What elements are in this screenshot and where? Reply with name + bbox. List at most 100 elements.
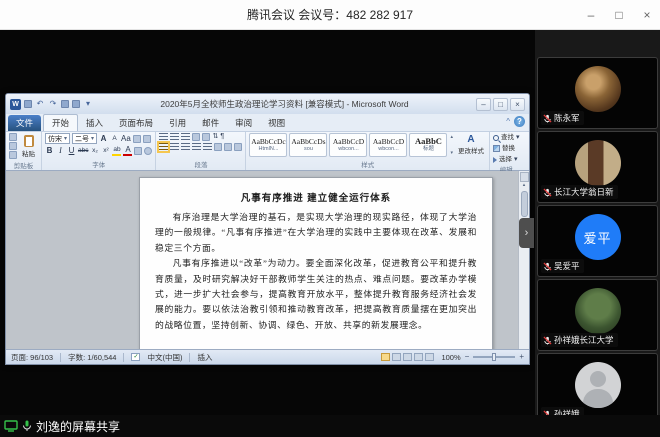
align-center-icon[interactable] — [170, 143, 179, 151]
page-indicator[interactable]: 页面: 96/103 — [11, 352, 53, 363]
word-count[interactable]: 字数: 1/60,544 — [68, 352, 116, 363]
change-case-icon[interactable]: Aa — [121, 134, 131, 144]
tab-mailings[interactable]: 邮件 — [194, 115, 227, 131]
sidebar-collapse-button[interactable]: › — [519, 218, 534, 248]
shrink-font-icon[interactable]: A — [110, 134, 119, 144]
styles-gallery-scroll[interactable]: ▴ ▾ — [449, 133, 454, 157]
qat-dropdown-icon[interactable]: ▾ — [83, 99, 93, 109]
web-layout-view-icon[interactable] — [403, 353, 412, 361]
align-right-icon[interactable] — [181, 143, 190, 151]
word-logo-icon[interactable]: W — [10, 99, 21, 110]
ribbon-collapse-icon[interactable]: ^ — [506, 117, 510, 126]
enclose-characters-icon[interactable] — [144, 147, 152, 155]
justify-icon[interactable] — [192, 143, 201, 151]
tab-references[interactable]: 引用 — [161, 115, 194, 131]
tab-view[interactable]: 视图 — [260, 115, 293, 131]
font-color-icon[interactable]: A — [123, 146, 132, 156]
find-button[interactable]: 查找 ▾ — [493, 133, 520, 142]
participant-tile[interactable]: 爱平 吴爱平 — [537, 205, 658, 277]
format-painter-icon[interactable] — [9, 151, 17, 159]
multilevel-list-icon[interactable] — [181, 133, 190, 141]
paragraph-marks-icon[interactable]: ¶ — [220, 133, 224, 141]
zoom-out-icon[interactable]: − — [465, 353, 470, 361]
underline-icon[interactable]: U — [67, 146, 76, 156]
redo-icon[interactable]: ↷ — [48, 99, 58, 109]
language-indicator[interactable]: 中文(中国) — [147, 352, 182, 363]
close-icon[interactable]: × — [640, 8, 654, 22]
undo-icon[interactable]: ↶ — [35, 99, 45, 109]
style-item[interactable]: AaBbCcD wbcon... — [369, 133, 407, 157]
zoom-level[interactable]: 100% — [441, 353, 460, 362]
spellcheck-icon[interactable] — [131, 353, 140, 361]
style-item[interactable]: AaBbC 标题 — [409, 133, 447, 157]
style-item[interactable]: AaBbCcDs sou — [289, 133, 327, 157]
vertical-scrollbar[interactable]: ▴ — [518, 171, 529, 349]
print-icon[interactable] — [61, 100, 69, 108]
shading-icon[interactable] — [224, 143, 232, 151]
maximize-icon[interactable]: □ — [612, 8, 626, 22]
line-spacing-icon[interactable] — [214, 143, 222, 151]
tab-home[interactable]: 开始 — [43, 114, 78, 131]
tab-review[interactable]: 审阅 — [227, 115, 260, 131]
document-canvas[interactable]: 凡事有序推进 建立健全运行体系 有序治理是大学治理的基石，是实现大学治理的现实路… — [6, 171, 529, 349]
character-shading-icon[interactable] — [134, 147, 142, 155]
change-styles-button[interactable]: A 更改样式 — [456, 133, 486, 157]
ruler-toggle-icon[interactable] — [520, 172, 529, 182]
draft-view-icon[interactable] — [425, 353, 434, 361]
tab-page-layout[interactable]: 页面布局 — [111, 115, 161, 131]
word-close-icon[interactable]: × — [510, 98, 525, 111]
sort-icon[interactable]: ⇅ — [212, 133, 218, 141]
style-item[interactable]: AaBbCcDc HtmlN... — [249, 133, 287, 157]
zoom-slider-knob[interactable] — [492, 353, 496, 361]
bullets-icon[interactable] — [159, 133, 168, 141]
share-banner: 刘逸的屏幕共享 — [0, 415, 660, 437]
align-left-icon[interactable] — [159, 143, 168, 151]
numbering-icon[interactable] — [170, 133, 179, 141]
phonetic-guide-icon[interactable] — [133, 135, 141, 143]
font-group: 仿宋▾ 二号▾ A A Aa B I U abc — [42, 132, 156, 170]
scroll-up-icon[interactable]: ▴ — [523, 182, 526, 189]
participant-tile[interactable]: 孙祥娥长江大学 — [537, 279, 658, 351]
cut-icon[interactable] — [9, 133, 17, 141]
copy-icon[interactable] — [9, 142, 17, 150]
print-layout-view-icon[interactable] — [381, 353, 390, 361]
italic-icon[interactable]: I — [56, 146, 65, 156]
word-maximize-icon[interactable]: □ — [493, 98, 508, 111]
tab-file[interactable]: 文件 — [8, 115, 41, 131]
distribute-icon[interactable] — [203, 143, 212, 151]
tab-insert[interactable]: 插入 — [78, 115, 111, 131]
email-icon[interactable] — [72, 100, 80, 108]
paste-button[interactable]: 粘贴 — [19, 133, 38, 160]
borders-icon[interactable] — [234, 143, 242, 151]
superscript-icon[interactable]: x² — [101, 146, 110, 156]
participants-sidebar: 陈永军 长江大学翁日新 爱平 吴爱平 孙祥娥长江大学 — [535, 30, 660, 437]
participant-tile[interactable]: 长江大学翁日新 — [537, 131, 658, 203]
character-border-icon[interactable] — [143, 135, 151, 143]
help-icon[interactable]: ? — [514, 116, 525, 127]
font-size-combo[interactable]: 二号▾ — [72, 133, 97, 144]
increase-indent-icon[interactable] — [202, 133, 210, 141]
zoom-in-icon[interactable]: + — [519, 353, 524, 361]
participant-tile[interactable]: 陈永军 — [537, 57, 658, 129]
bold-icon[interactable]: B — [45, 146, 54, 156]
font-name-combo[interactable]: 仿宋▾ — [45, 133, 70, 144]
document-page[interactable]: 凡事有序推进 建立健全运行体系 有序治理是大学治理的基石，是实现大学治理的现实路… — [139, 177, 493, 349]
strikethrough-icon[interactable]: abc — [78, 146, 88, 156]
subscript-icon[interactable]: x₂ — [90, 146, 99, 156]
minimize-icon[interactable]: – — [584, 8, 598, 22]
replace-button[interactable]: 替换 — [493, 144, 520, 153]
insert-mode[interactable]: 插入 — [197, 352, 212, 363]
outline-view-icon[interactable] — [414, 353, 423, 361]
style-item[interactable]: AaBbCcD wbcon... — [329, 133, 367, 157]
decrease-indent-icon[interactable] — [192, 133, 200, 141]
fullscreen-view-icon[interactable] — [392, 353, 401, 361]
text-highlight-icon[interactable]: ab — [112, 146, 121, 156]
scrollbar-thumb[interactable] — [521, 191, 528, 217]
select-button[interactable]: 选择 ▾ — [493, 155, 520, 164]
styles-group: AaBbCcDc HtmlN... AaBbCcDs sou AaBbCcD w… — [246, 132, 490, 170]
grow-font-icon[interactable]: A — [99, 134, 108, 144]
zoom-slider[interactable] — [473, 356, 515, 358]
word-minimize-icon[interactable]: – — [476, 98, 491, 111]
save-icon[interactable] — [24, 100, 32, 108]
avatar-initials: 爱平 — [583, 228, 611, 247]
